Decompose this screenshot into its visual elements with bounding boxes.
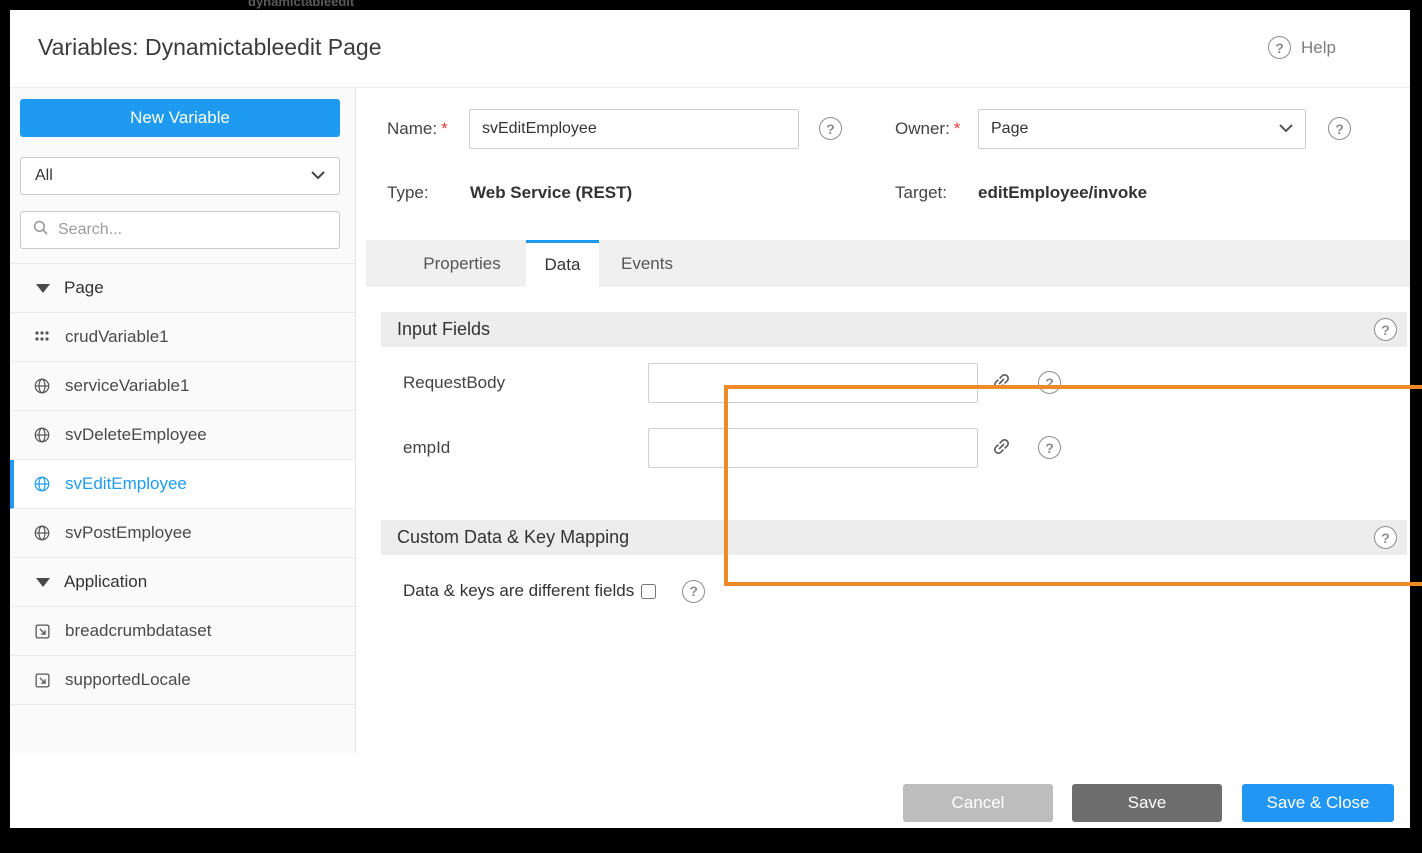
- background-toolbar: dynamictableedit: [0, 0, 1422, 10]
- different-fields-row: Data & keys are different fields ?: [403, 576, 705, 606]
- variable-filter-value: All: [35, 167, 311, 185]
- name-help-icon[interactable]: ?: [819, 117, 842, 140]
- custom-mapping-title: Custom Data & Key Mapping: [397, 527, 629, 548]
- owner-select[interactable]: Page: [978, 109, 1306, 149]
- search-icon: [33, 220, 49, 241]
- new-variable-button[interactable]: New Variable: [20, 99, 340, 137]
- owner-help-icon[interactable]: ?: [1328, 117, 1351, 140]
- group-label: Application: [64, 572, 147, 592]
- input-fields-help-icon[interactable]: ?: [1374, 318, 1397, 341]
- globe-icon: [32, 524, 52, 542]
- link-icon: [991, 371, 1012, 395]
- owner-label: Owner:*: [895, 109, 960, 149]
- group-label: Page: [64, 278, 104, 298]
- empid-input[interactable]: [648, 428, 978, 468]
- page-title: Variables: Dynamictableedit Page: [38, 34, 381, 61]
- help-label: Help: [1301, 38, 1336, 58]
- variables-sidebar: New Variable All Page crudVariable1: [10, 88, 356, 753]
- highlight-annotation: [724, 385, 1422, 586]
- input-fields-title: Input Fields: [397, 319, 490, 340]
- requestbody-bind-button[interactable]: [989, 371, 1013, 395]
- variable-list: Page crudVariable1 serviceVariable1 svDe…: [10, 263, 355, 705]
- save-and-close-button[interactable]: Save & Close: [1242, 784, 1394, 822]
- crud-icon: [32, 330, 52, 344]
- sidebar-item-crudvariable1[interactable]: crudVariable1: [10, 313, 355, 362]
- tab-bar: Properties Data Events: [366, 240, 1410, 287]
- collapse-triangle-icon: [36, 284, 50, 293]
- requestbody-help-icon[interactable]: ?: [1038, 371, 1061, 394]
- variable-detail-panel: Name:* ? Owner:* Page ? Type: Web Servic…: [356, 88, 1410, 753]
- sidebar-item-label: svPostEmployee: [65, 523, 192, 543]
- variable-filter-select[interactable]: All: [20, 157, 340, 195]
- sidebar-group-application[interactable]: Application: [10, 558, 355, 607]
- name-label: Name:*: [387, 109, 448, 149]
- different-fields-help-icon[interactable]: ?: [682, 580, 705, 603]
- chevron-down-icon: [1279, 120, 1293, 138]
- sidebar-group-page[interactable]: Page: [10, 264, 355, 313]
- help-icon[interactable]: ?: [1268, 36, 1291, 59]
- chevron-down-icon: [311, 167, 325, 185]
- empid-label: empId: [403, 428, 450, 468]
- help-link[interactable]: ? Help: [1268, 36, 1336, 59]
- tab-events[interactable]: Events: [603, 240, 691, 287]
- dataset-icon: [32, 672, 52, 689]
- tab-properties[interactable]: Properties: [407, 240, 517, 287]
- requestbody-label: RequestBody: [403, 363, 505, 403]
- sidebar-item-servicevariable1[interactable]: serviceVariable1: [10, 362, 355, 411]
- custom-mapping-help-icon[interactable]: ?: [1374, 526, 1397, 549]
- type-label: Type:: [387, 183, 429, 203]
- dialog-header: Variables: Dynamictableedit Page ? Help: [10, 10, 1410, 88]
- sidebar-item-sveditemployee[interactable]: svEditEmployee: [10, 460, 355, 509]
- sidebar-item-supportedlocale[interactable]: supportedLocale: [10, 656, 355, 705]
- sidebar-item-label: crudVariable1: [65, 327, 169, 347]
- target-value: editEmployee/invoke: [978, 183, 1147, 203]
- dataset-icon: [32, 623, 52, 640]
- variables-dialog: Variables: Dynamictableedit Page ? Help …: [10, 10, 1410, 828]
- required-asterisk: *: [441, 119, 448, 139]
- dialog-footer: Cancel Save Save & Close: [10, 753, 1410, 828]
- globe-icon: [32, 475, 52, 493]
- sidebar-item-label: svDeleteEmployee: [65, 425, 207, 445]
- empid-bind-button[interactable]: [989, 436, 1013, 460]
- save-button[interactable]: Save: [1072, 784, 1222, 822]
- empid-help-icon[interactable]: ?: [1038, 436, 1061, 459]
- sidebar-item-label: supportedLocale: [65, 670, 191, 690]
- requestbody-input[interactable]: [648, 363, 978, 403]
- search-input[interactable]: [58, 221, 327, 239]
- sidebar-item-svpostemployee[interactable]: svPostEmployee: [10, 509, 355, 558]
- owner-value: Page: [991, 120, 1279, 138]
- different-fields-checkbox[interactable]: [641, 584, 656, 599]
- sidebar-item-breadcrumbdataset[interactable]: breadcrumbdataset: [10, 607, 355, 656]
- required-asterisk: *: [954, 119, 961, 139]
- custom-mapping-section-header: Custom Data & Key Mapping ?: [381, 520, 1407, 555]
- cancel-button[interactable]: Cancel: [903, 784, 1053, 822]
- sidebar-item-label: breadcrumbdataset: [65, 621, 211, 641]
- collapse-triangle-icon: [36, 578, 50, 587]
- input-fields-section-header: Input Fields ?: [381, 312, 1407, 347]
- name-input[interactable]: [469, 109, 799, 149]
- background-toolbar-text: dynamictableedit: [248, 0, 354, 9]
- link-icon: [991, 436, 1012, 460]
- sidebar-item-label: svEditEmployee: [65, 474, 187, 494]
- tab-data[interactable]: Data: [526, 240, 599, 287]
- target-label: Target:: [895, 183, 947, 203]
- globe-icon: [32, 377, 52, 395]
- globe-icon: [32, 426, 52, 444]
- sidebar-item-svdeleteemployee[interactable]: svDeleteEmployee: [10, 411, 355, 460]
- different-fields-label: Data & keys are different fields: [403, 581, 634, 601]
- type-value: Web Service (REST): [470, 183, 632, 203]
- sidebar-item-label: serviceVariable1: [65, 376, 189, 396]
- variable-search: [20, 211, 340, 249]
